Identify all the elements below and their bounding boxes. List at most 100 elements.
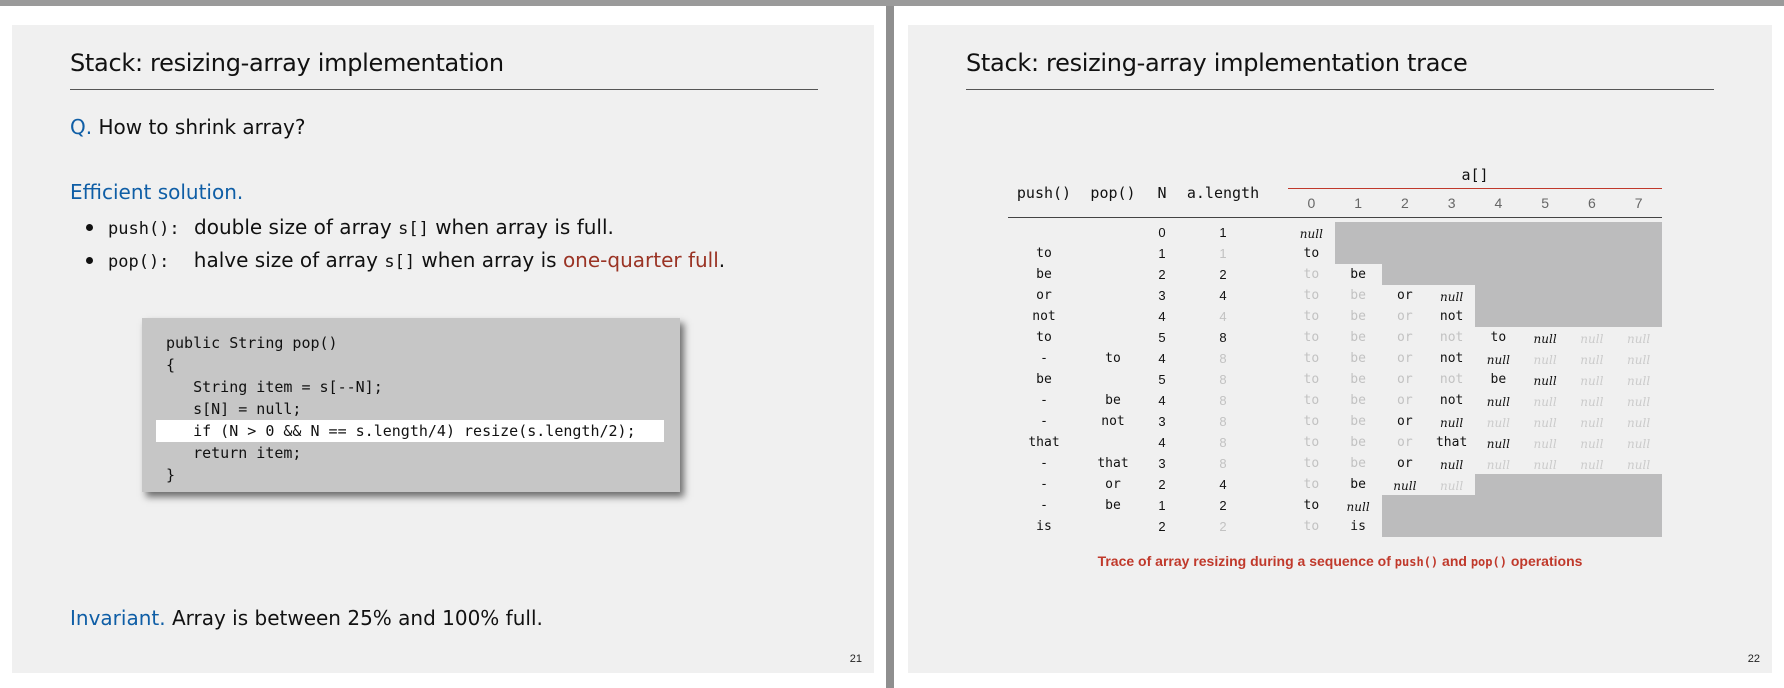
length-value: 4: [1219, 477, 1227, 492]
n-value: 2: [1158, 267, 1166, 282]
bullet-dot: [86, 257, 93, 264]
length-value: 8: [1219, 372, 1227, 387]
array-cell: null: [1580, 332, 1604, 346]
question-label: Q.: [70, 115, 93, 139]
n-value: 0: [1158, 225, 1166, 240]
n-column-header: N: [1157, 184, 1167, 202]
trace-caption: Trace of array resizing during a sequenc…: [908, 553, 1772, 569]
array-header-rule: [1288, 188, 1662, 189]
push-value: -: [1040, 393, 1048, 408]
array-cell: not: [1439, 309, 1464, 324]
array-cell: null: [1580, 395, 1604, 409]
header-rule: [1008, 217, 1662, 218]
array-cell: is: [1350, 519, 1366, 534]
array-cell: null: [1627, 395, 1651, 409]
array-cell: be: [1350, 351, 1366, 366]
array-cell: null: [1486, 458, 1510, 472]
unused-slots: [1381, 516, 1662, 537]
bullet-highlight: one-quarter full: [562, 248, 719, 272]
array-cell: be: [1350, 393, 1366, 408]
caption-text: Trace of array resizing during a sequenc…: [1097, 553, 1391, 569]
n-value: 5: [1158, 372, 1166, 387]
array-cell: to: [1303, 519, 1320, 534]
array-cell: to: [1303, 393, 1320, 408]
array-cell: or: [1397, 435, 1413, 450]
array-cell: null: [1486, 395, 1510, 409]
page-divider[interactable]: [886, 6, 894, 688]
length-value: 8: [1219, 456, 1227, 471]
bullet-dot: [86, 224, 93, 231]
array-cell: be: [1350, 435, 1366, 450]
array-cell: to: [1303, 246, 1320, 261]
length-column-header: a.length: [1186, 184, 1260, 202]
push-value: be: [1036, 267, 1052, 282]
unused-slots: [1475, 474, 1662, 495]
array-cell: to: [1303, 414, 1320, 429]
slide-title: Stack: resizing-array implementation: [70, 49, 504, 77]
array-index-label: 2: [1400, 195, 1409, 211]
n-value: 3: [1158, 456, 1166, 471]
invariant-text: Array is between 25% and 100% full.: [171, 606, 543, 630]
caption-push-code: push(): [1394, 555, 1439, 569]
question-line: Q. How to shrink array?: [70, 115, 305, 139]
array-cell: be: [1350, 309, 1366, 324]
code-line: }: [166, 466, 176, 484]
array-cell: to: [1303, 372, 1320, 387]
push-value: is: [1036, 519, 1052, 534]
array-cell: null: [1486, 416, 1510, 430]
bullet-pop: pop(): halve size of array s[] when arra…: [86, 248, 725, 272]
length-value: 8: [1219, 435, 1227, 450]
array-cell: to: [1490, 330, 1507, 345]
array-cell: null: [1533, 353, 1557, 367]
array-cell: to: [1303, 477, 1320, 492]
pop-value: that: [1097, 456, 1129, 471]
caption-pop-code: pop(): [1470, 555, 1507, 569]
array-cell: to: [1303, 267, 1320, 282]
array-cell: null: [1533, 416, 1557, 430]
array-cell: null: [1440, 479, 1464, 493]
array-cell: null: [1627, 374, 1651, 388]
array-index-label: 6: [1587, 195, 1596, 211]
length-value: 8: [1219, 414, 1227, 429]
length-value: 1: [1219, 225, 1227, 240]
array-cell: null: [1627, 353, 1651, 367]
length-value: 8: [1219, 330, 1227, 345]
array-cell: or: [1397, 351, 1413, 366]
slide-22: Stack: resizing-array implementation tra…: [908, 25, 1772, 673]
array-cell: that: [1435, 435, 1468, 450]
bullet-text-end: when array is: [421, 248, 557, 272]
title-rule: [70, 89, 818, 90]
push-value: -: [1040, 414, 1048, 429]
push-value: to: [1036, 246, 1052, 261]
array-cell: not: [1439, 351, 1464, 366]
array-index-label: 1: [1354, 195, 1363, 211]
array-cell: null: [1580, 416, 1604, 430]
pop-value: be: [1105, 393, 1121, 408]
invariant-label: Invariant.: [70, 606, 166, 630]
array-cell: not: [1439, 372, 1464, 387]
array-cell: or: [1397, 288, 1413, 303]
array-cell: null: [1533, 458, 1557, 472]
length-value: 2: [1219, 519, 1227, 534]
code-line: s[N] = null;: [166, 400, 302, 418]
array-cell: null: [1299, 227, 1323, 241]
length-value: 1: [1219, 246, 1227, 261]
unused-slots: [1381, 495, 1662, 516]
array-cell: to: [1303, 288, 1320, 303]
caption-and: and: [1442, 553, 1467, 569]
pop-column-header: pop(): [1090, 184, 1136, 202]
array-cell: to: [1303, 351, 1320, 366]
bullet-text: halve size of array: [193, 248, 378, 272]
length-value: 4: [1219, 288, 1227, 303]
array-cell: null: [1580, 353, 1604, 367]
solution-heading: Efficient solution.: [70, 180, 244, 204]
array-cell: be: [1350, 288, 1366, 303]
array-cell: be: [1490, 372, 1507, 387]
n-value: 4: [1158, 435, 1166, 450]
n-value: 1: [1158, 498, 1166, 513]
array-cell: null: [1486, 353, 1510, 367]
push-value: that: [1028, 435, 1060, 450]
n-value: 2: [1158, 477, 1166, 492]
length-value: 8: [1219, 351, 1227, 366]
push-value: -: [1040, 477, 1048, 492]
